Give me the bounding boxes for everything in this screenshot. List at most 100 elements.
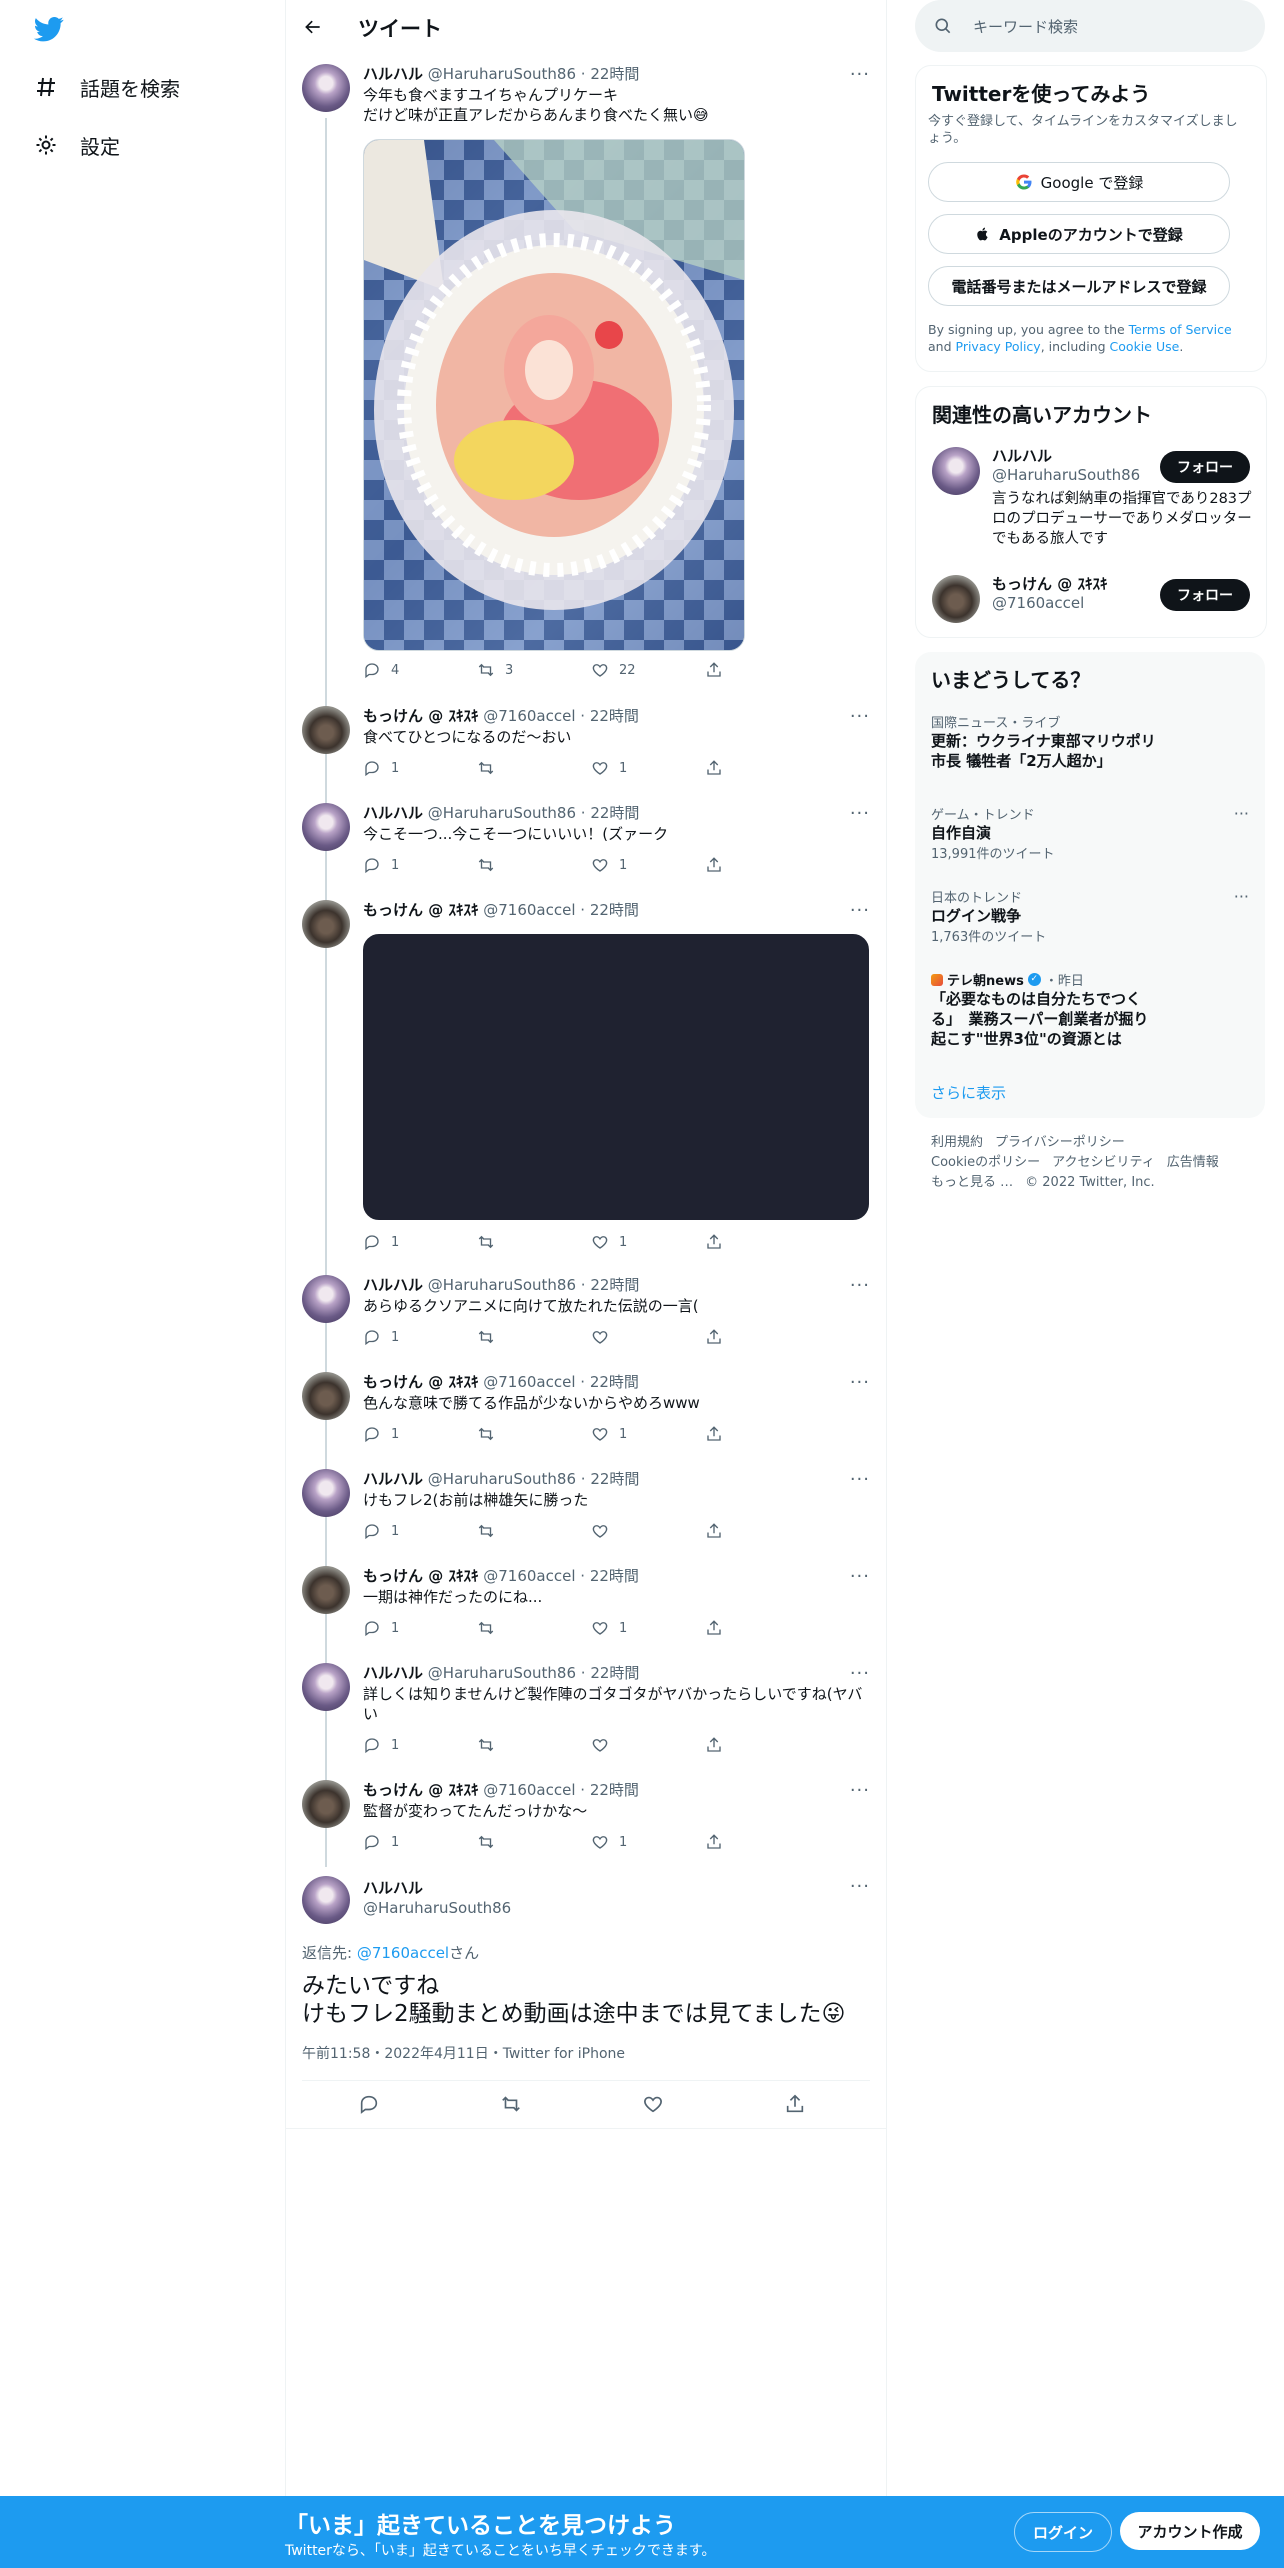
footer-link[interactable]: アクセシビリティ xyxy=(1052,1155,1155,1170)
more-options-icon[interactable]: ··· xyxy=(850,902,870,920)
tweet-time[interactable]: 22時間 xyxy=(590,901,639,919)
tweet-time[interactable]: 22時間 xyxy=(590,804,639,822)
tweet-time[interactable]: 22時間 xyxy=(590,1781,639,1799)
tweet-video[interactable] xyxy=(363,934,869,1220)
avatar[interactable] xyxy=(932,575,980,623)
footer-link[interactable]: 利用規約 xyxy=(931,1135,983,1150)
search-input[interactable]: キーワード検索 xyxy=(973,16,1078,37)
more-options-icon[interactable]: ··· xyxy=(850,708,870,726)
avatar[interactable] xyxy=(302,900,350,948)
tweet-time[interactable]: 22時間 xyxy=(590,1664,639,1682)
account-name[interactable]: もっけん @ ｽｷｽｷ xyxy=(992,575,1107,594)
thread-tweet[interactable]: もっけん @ ｽｷｽｷ @7160accel · 22時間 ··· 1 1 xyxy=(286,900,886,1260)
tweet-handle[interactable]: @HaruharuSouth86 xyxy=(363,1898,511,1918)
like-button[interactable]: 22 xyxy=(591,660,679,680)
retweet-button[interactable] xyxy=(477,1618,565,1638)
like-button[interactable] xyxy=(642,2094,784,2114)
reply-button[interactable]: 4 xyxy=(363,660,451,680)
reply-button[interactable]: 1 xyxy=(363,1521,451,1541)
retweet-button[interactable] xyxy=(477,1327,565,1347)
thread-tweet[interactable]: ハルハル @HaruharuSouth86 · 22時間 あらゆるクソアニメに向… xyxy=(286,1275,886,1355)
share-button[interactable] xyxy=(705,660,793,680)
share-button[interactable] xyxy=(705,1424,793,1444)
avatar[interactable] xyxy=(302,706,350,754)
tweet-author-name[interactable]: ハルハル xyxy=(363,1276,423,1294)
retweet-button[interactable] xyxy=(477,1232,565,1252)
more-options-icon[interactable]: ··· xyxy=(850,66,870,84)
tweet-handle[interactable]: @7160accel xyxy=(483,1373,575,1391)
thread-tweet[interactable]: もっけん @ ｽｷｽｷ @7160accel · 22時間 色んな意味で勝てる作… xyxy=(286,1372,886,1452)
follow-button[interactable]: フォロー xyxy=(1160,579,1250,611)
search-box[interactable]: キーワード検索 xyxy=(915,0,1265,52)
retweet-button[interactable] xyxy=(477,1735,565,1755)
avatar[interactable] xyxy=(302,1275,350,1323)
tweet-time[interactable]: 22時間 xyxy=(590,1470,639,1488)
avatar[interactable] xyxy=(302,64,350,112)
share-button[interactable] xyxy=(705,1832,793,1852)
tweet-handle[interactable]: @HaruharuSouth86 xyxy=(428,1664,576,1682)
nav-explore[interactable]: 話題を検索 xyxy=(34,67,180,107)
cookie-link[interactable]: Cookie Use xyxy=(1110,339,1180,354)
phone-email-signup-button[interactable]: 電話番号またはメールアドレスで登録 xyxy=(928,266,1230,306)
more-options-icon[interactable]: ··· xyxy=(1234,804,1249,823)
avatar[interactable] xyxy=(302,1663,350,1711)
like-button[interactable] xyxy=(591,1521,679,1541)
tweet-author-name[interactable]: ハルハル xyxy=(363,65,423,83)
retweet-button[interactable] xyxy=(477,1832,565,1852)
reply-button[interactable]: 1 xyxy=(363,758,451,778)
more-options-icon[interactable]: ··· xyxy=(850,1277,870,1295)
footer-link[interactable]: プライバシーポリシー xyxy=(995,1135,1125,1150)
thread-tweet[interactable]: もっけん @ ｽｷｽｷ @7160accel · 22時間 食べてひとつになるの… xyxy=(286,706,886,786)
terms-link[interactable]: Terms of Service xyxy=(1129,322,1232,337)
share-button[interactable] xyxy=(705,1618,793,1638)
like-button[interactable] xyxy=(591,1735,679,1755)
reply-to-link[interactable]: @7160accel xyxy=(357,1944,449,1962)
like-button[interactable] xyxy=(591,1327,679,1347)
reply-button[interactable]: 1 xyxy=(363,1232,451,1252)
tweet-handle[interactable]: @HaruharuSouth86 xyxy=(428,65,576,83)
apple-signup-button[interactable]: Appleのアカウントで登録 xyxy=(928,214,1230,254)
reply-button[interactable]: 1 xyxy=(363,1735,451,1755)
trend-item[interactable]: ゲーム・トレンド 自作自演 13,991件のツイート ··· xyxy=(931,804,1249,862)
twitter-logo-icon[interactable] xyxy=(32,14,66,44)
tweet-timestamp[interactable]: 午前11:58・2022年4月11日・Twitter for iPhone xyxy=(302,2043,625,2063)
thread-tweet[interactable]: ハルハル @HaruharuSouth86 · 22時間 けもフレ2(お前は榊雄… xyxy=(286,1469,886,1549)
retweet-button[interactable] xyxy=(477,1424,565,1444)
like-button[interactable]: 1 xyxy=(591,1618,679,1638)
share-button[interactable] xyxy=(705,758,793,778)
like-button[interactable]: 1 xyxy=(591,1232,679,1252)
like-button[interactable]: 1 xyxy=(591,1424,679,1444)
more-options-icon[interactable]: ··· xyxy=(850,1471,870,1489)
nav-settings[interactable]: 設定 xyxy=(34,125,120,165)
trend-item[interactable]: 日本のトレンド ログイン戦争 1,763件のツイート ··· xyxy=(931,887,1249,945)
tweet-handle[interactable]: @7160accel xyxy=(483,1567,575,1585)
tweet-handle[interactable]: @HaruharuSouth86 xyxy=(428,804,576,822)
tweet-handle[interactable]: @HaruharuSouth86 xyxy=(428,1470,576,1488)
tweet-handle[interactable]: @HaruharuSouth86 xyxy=(428,1276,576,1294)
more-options-icon[interactable]: ··· xyxy=(1234,887,1249,906)
thread-tweet[interactable]: もっけん @ ｽｷｽｷ @7160accel · 22時間 一期は神作だったのに… xyxy=(286,1566,886,1646)
retweet-button[interactable] xyxy=(500,2094,642,2114)
avatar[interactable] xyxy=(302,1469,350,1517)
tweet-author-name[interactable]: もっけん @ ｽｷｽｷ xyxy=(363,1781,478,1799)
avatar[interactable] xyxy=(302,1372,350,1420)
like-button[interactable]: 1 xyxy=(591,758,679,778)
more-options-icon[interactable]: ··· xyxy=(850,1782,870,1800)
tweet-author-name[interactable]: ハルハル xyxy=(363,1470,423,1488)
tweet-author-name[interactable]: もっけん @ ｽｷｽｷ xyxy=(363,1373,478,1391)
back-button[interactable] xyxy=(300,14,326,40)
retweet-button[interactable] xyxy=(477,1521,565,1541)
avatar[interactable] xyxy=(302,1566,350,1614)
reply-button[interactable]: 1 xyxy=(363,1327,451,1347)
tweet-author-name[interactable]: もっけん @ ｽｷｽｷ xyxy=(363,707,478,725)
tweet-author-name[interactable]: もっけん @ ｽｷｽｷ xyxy=(363,1567,478,1585)
privacy-link[interactable]: Privacy Policy xyxy=(956,339,1041,354)
more-options-icon[interactable]: ··· xyxy=(850,1878,870,1896)
tweet-author-name[interactable]: もっけん @ ｽｷｽｷ xyxy=(363,901,478,919)
thread-tweet[interactable]: ハルハル @HaruharuSouth86 · 22時間 今こそ一つ...今こそ… xyxy=(286,803,886,883)
tweet-image[interactable] xyxy=(363,139,745,651)
share-button[interactable] xyxy=(705,1735,793,1755)
tweet-handle[interactable]: @7160accel xyxy=(483,901,575,919)
share-button[interactable] xyxy=(705,1232,793,1252)
reply-button[interactable] xyxy=(358,2094,500,2114)
